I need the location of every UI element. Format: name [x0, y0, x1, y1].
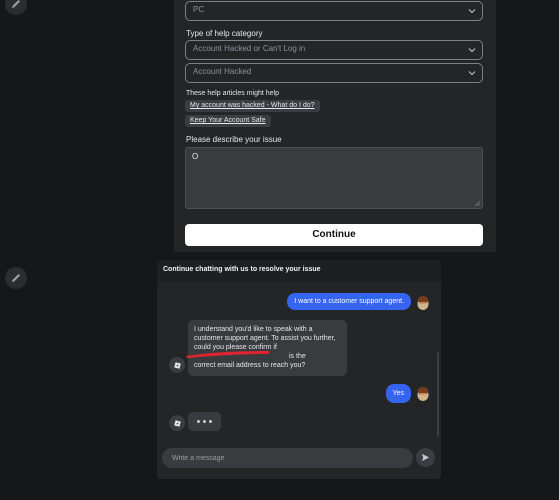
chat-scrollbar[interactable]: [437, 352, 439, 437]
platform-select[interactable]: PC: [185, 1, 483, 21]
help-category-value: Account Hacked or Can't Log in: [193, 44, 306, 53]
edit-button[interactable]: [5, 267, 27, 289]
send-button[interactable]: [416, 448, 435, 467]
resize-grip-icon[interactable]: [475, 201, 480, 206]
continue-button[interactable]: Continue: [185, 224, 483, 246]
typing-dot: [197, 420, 200, 423]
help-category-select[interactable]: Account Hacked or Can't Log in: [185, 40, 483, 60]
bot-avatar: [169, 357, 185, 373]
issue-text: O: [192, 152, 199, 161]
user-message: Yes: [385, 384, 411, 403]
chevron-down-icon: [468, 71, 476, 76]
bot-message-line: I understand you'd like to speak with a: [194, 326, 313, 333]
roblox-logo-icon: [173, 361, 181, 369]
redaction-mark: [186, 351, 269, 358]
message-input[interactable]: [162, 448, 413, 468]
typing-dot: [203, 420, 206, 423]
describe-label: Please describe your issue: [186, 135, 282, 144]
chat-panel: Continue chatting with us to resolve you…: [157, 260, 441, 479]
user-avatar: [415, 294, 431, 310]
typing-indicator: [188, 412, 221, 431]
pencil-icon: [12, 0, 20, 8]
chevron-down-icon: [468, 9, 476, 14]
help-category-label: Type of help category: [186, 29, 263, 38]
edit-button[interactable]: [5, 0, 27, 15]
help-article-link[interactable]: Keep Your Account Safe: [185, 115, 271, 127]
message-input-bar: [162, 448, 413, 468]
platform-select-value: PC: [193, 5, 205, 14]
support-form: PC Type of help category Account Hacked …: [174, 0, 496, 252]
chat-header: Continue chatting with us to resolve you…: [157, 260, 441, 282]
pencil-icon: [12, 274, 20, 282]
chevron-down-icon: [468, 48, 476, 53]
avatar-icon: [417, 296, 429, 310]
help-subcategory-value: Account Hacked: [193, 67, 252, 76]
bot-message-line: customer support agent. To assist you fu…: [194, 335, 336, 342]
bot-message-line: correct email address to reach you?: [194, 362, 306, 369]
help-subcategory-select[interactable]: Account Hacked: [185, 63, 483, 83]
roblox-logo-icon: [173, 419, 181, 427]
send-icon: [421, 453, 430, 462]
issue-textarea[interactable]: O: [185, 147, 483, 209]
typing-dot: [209, 420, 212, 423]
avatar-icon: [417, 387, 429, 401]
articles-label: These help articles might help: [186, 90, 279, 97]
bot-message-fragment: is the: [289, 353, 306, 360]
help-article-link[interactable]: My account was hacked - What do I do?: [185, 100, 320, 112]
user-avatar: [415, 385, 431, 401]
user-message: I want to a customer support agent.: [287, 293, 411, 310]
bot-avatar: [169, 415, 185, 431]
bot-message: I understand you'd like to speak with a …: [188, 320, 347, 376]
